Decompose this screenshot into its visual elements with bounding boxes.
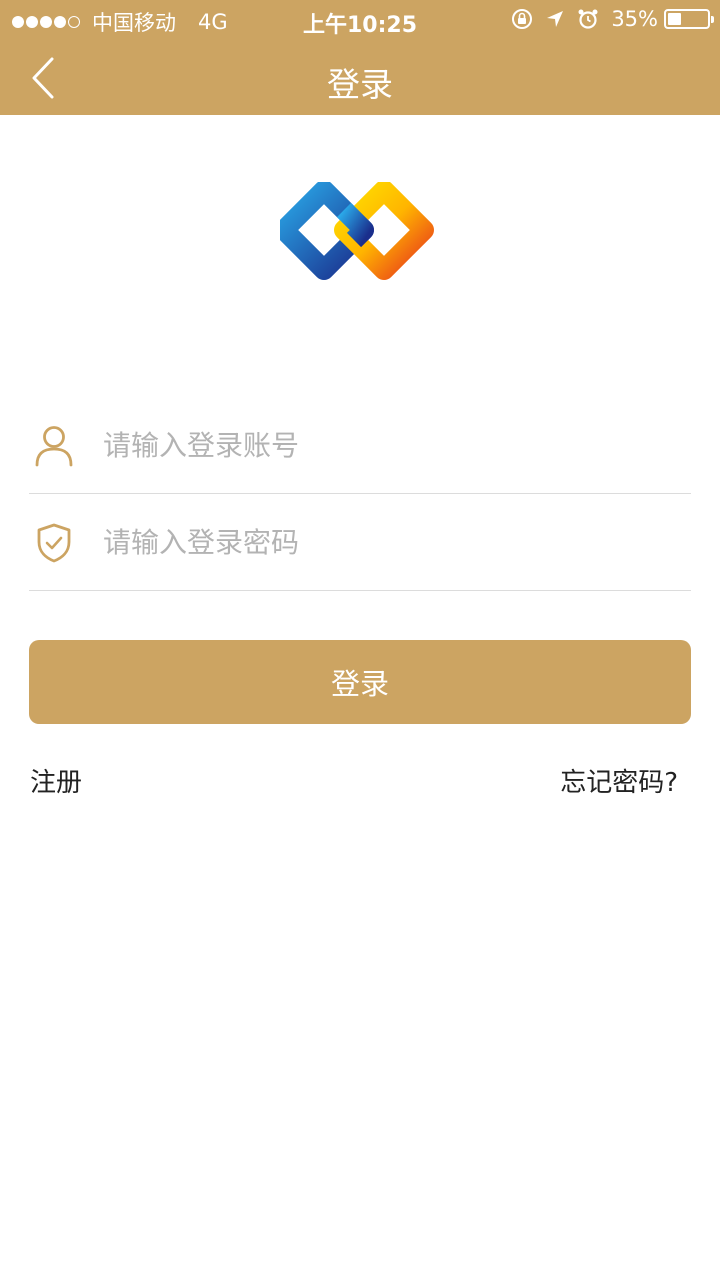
register-link[interactable]: 注册 — [30, 762, 82, 799]
nav-bar: 登录 — [0, 40, 720, 115]
password-input[interactable] — [103, 512, 663, 573]
account-input[interactable] — [103, 415, 663, 476]
forgot-password-link[interactable]: 忘记密码? — [560, 762, 678, 799]
password-field — [29, 495, 691, 591]
orientation-lock-icon — [511, 8, 533, 30]
battery-percent: 35% — [611, 7, 658, 31]
app-header: 中国移动 4G 上午10:25 35% 登录 — [0, 0, 720, 115]
brand-logo — [274, 180, 440, 292]
alarm-icon — [577, 8, 599, 30]
location-arrow-icon — [545, 9, 565, 29]
status-bar: 中国移动 4G 上午10:25 35% — [0, 0, 720, 40]
battery-level — [668, 13, 681, 25]
shield-check-icon — [31, 520, 77, 566]
status-right: 35% — [511, 7, 714, 31]
page-title: 登录 — [327, 65, 393, 104]
battery-icon — [664, 9, 714, 29]
login-button[interactable]: 登录 — [29, 640, 691, 724]
user-icon — [31, 423, 77, 469]
account-field — [29, 398, 691, 494]
